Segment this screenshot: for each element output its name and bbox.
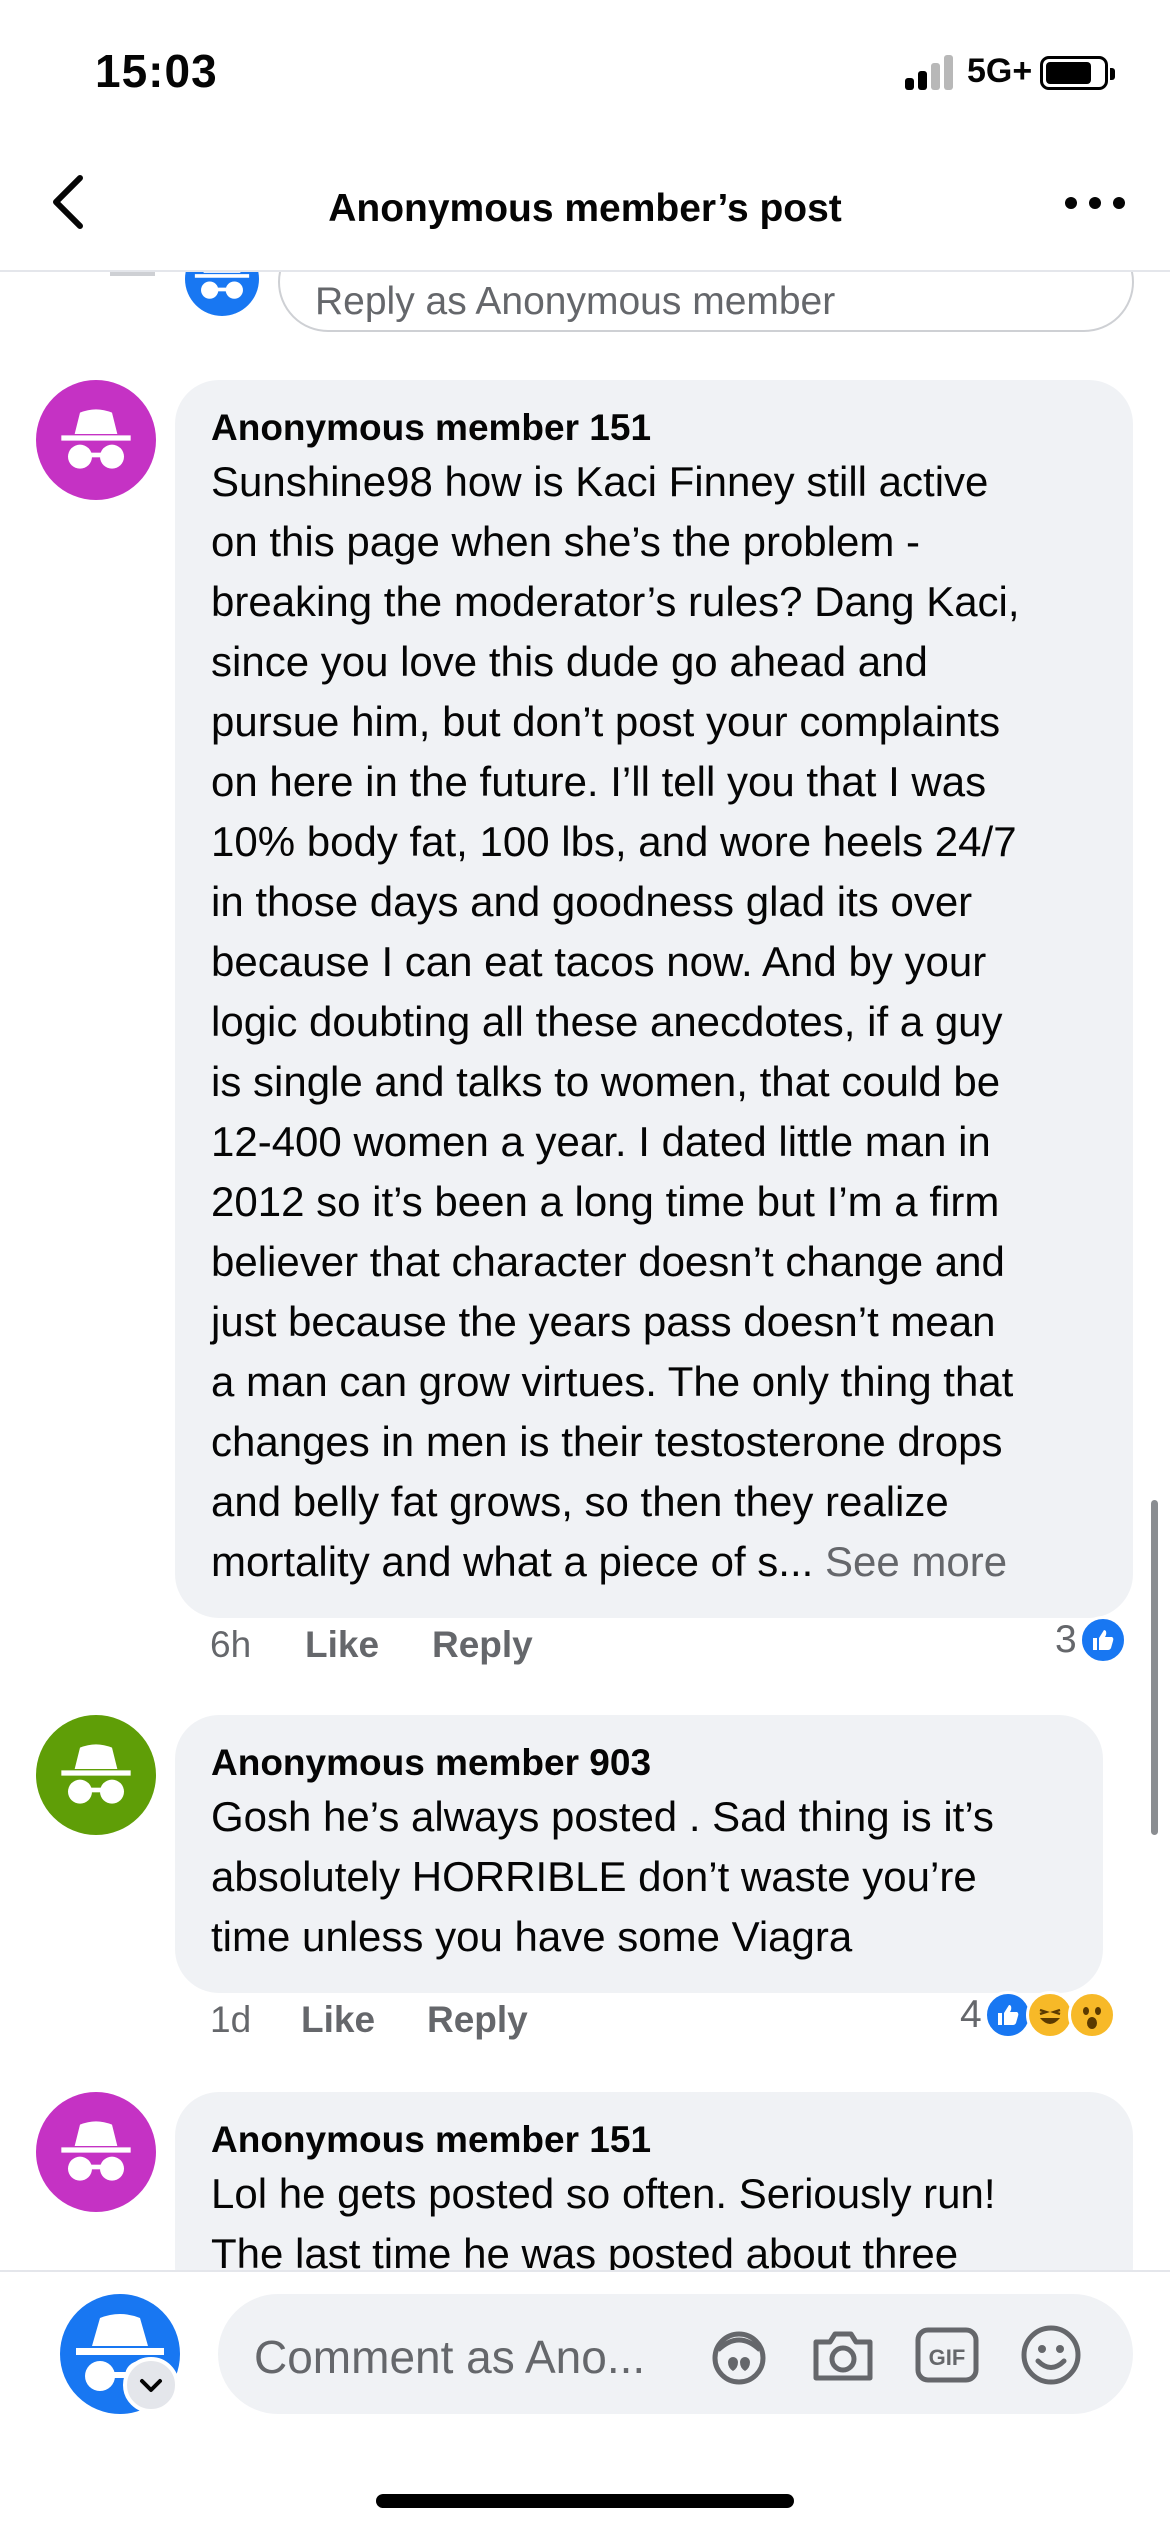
like-button[interactable]: Like (305, 1624, 379, 1666)
like-icon (1078, 1616, 1127, 1664)
comment-time: 6h (210, 1624, 252, 1665)
reaction-summary[interactable]: 4 (960, 1991, 1116, 2039)
battery-icon (1040, 56, 1115, 90)
thread-line (110, 272, 155, 276)
comment-bubble[interactable]: Anonymous member 151 Lol he gets posted … (175, 2092, 1133, 2270)
comment-placeholder: Comment as Ano... (254, 2331, 646, 2383)
status-time: 15:03 (95, 45, 218, 97)
reply-button[interactable]: Reply (427, 1999, 528, 2041)
status-bar: 15:03 5G+ (0, 0, 1170, 140)
comment-author[interactable]: Anonymous member 151 (211, 404, 1097, 452)
reply-box: Reply as Anonymous member (0, 272, 1170, 342)
comment-text: Sunshine98 how is Kaci Finney still acti… (211, 452, 1097, 1592)
camera-icon[interactable] (808, 2320, 878, 2390)
nav-header: Anonymous member’s post (0, 140, 1170, 272)
comment-bubble[interactable]: Anonymous member 151 Sunshine98 how is K… (175, 380, 1133, 1618)
comment-input[interactable]: Comment as Ano... GIF (218, 2294, 1133, 2414)
svg-text:GIF: GIF (929, 2345, 966, 2370)
comment-author[interactable]: Anonymous member 151 (211, 2116, 1097, 2164)
wow-icon (1067, 1991, 1116, 2039)
gif-icon[interactable]: GIF (912, 2320, 982, 2390)
like-button[interactable]: Like (301, 1999, 375, 2041)
reaction-count: 4 (960, 1993, 982, 2036)
comment-bubble[interactable]: Anonymous member 903 Gosh he’s always po… (175, 1715, 1103, 1993)
emoji-icon[interactable] (1016, 2320, 1086, 2390)
like-icon (983, 1991, 1032, 2039)
anonymous-avatar-icon[interactable] (36, 1715, 156, 1835)
anonymous-avatar-icon[interactable] (36, 2092, 156, 2212)
see-more-link[interactable]: See more (813, 1538, 1007, 1585)
more-options-icon[interactable] (1060, 178, 1130, 228)
reaction-summary[interactable]: 3 (1055, 1616, 1127, 1664)
comment-time: 1d (210, 1999, 252, 2040)
reply-placeholder: Reply as Anonymous member (315, 280, 836, 323)
scrollbar[interactable] (1151, 1500, 1158, 1835)
comment-text: Lol he gets posted so often. Seriously r… (211, 2170, 996, 2270)
haha-icon (1025, 1991, 1074, 2039)
anonymous-avatar-icon (185, 272, 259, 316)
reply-input[interactable]: Reply as Anonymous member (278, 272, 1134, 332)
network-label: 5G+ (967, 52, 1033, 90)
home-indicator[interactable] (376, 2494, 794, 2508)
comment-author[interactable]: Anonymous member 903 (211, 1739, 1067, 1787)
comment-body: Sunshine98 how is Kaci Finney still acti… (211, 458, 1020, 1585)
page-title: Anonymous member’s post (328, 187, 842, 230)
chevron-down-icon[interactable] (123, 2357, 179, 2413)
anonymous-avatar-icon[interactable] (36, 380, 156, 500)
comment-composer: Comment as Ano... GIF (0, 2270, 1170, 2532)
reply-button[interactable]: Reply (432, 1624, 533, 1666)
avatar-sticker-icon[interactable] (704, 2320, 774, 2390)
reaction-count: 3 (1055, 1618, 1077, 1661)
comment-text: Gosh he’s always posted . Sad thing is i… (211, 1793, 994, 1960)
comment: Anonymous member 151 Lol he gets posted … (0, 2092, 1170, 2270)
signal-icon (905, 54, 957, 90)
